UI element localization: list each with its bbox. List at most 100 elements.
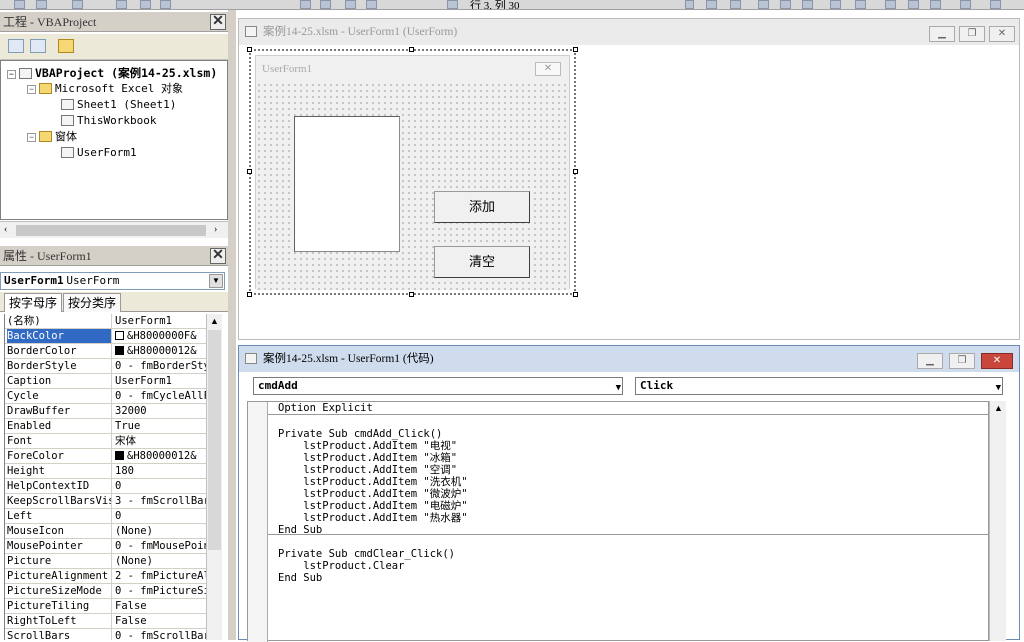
code-line[interactable]: lstProduct.AddItem "微波炉" <box>278 488 467 500</box>
code-line[interactable]: End Sub <box>278 572 322 584</box>
toolbar-dropdown-icon[interactable] <box>685 0 694 9</box>
close-icon[interactable]: ✕ <box>210 248 226 264</box>
property-row[interactable]: Height 180 <box>5 464 206 479</box>
code-line[interactable]: lstProduct.AddItem "冰箱" <box>278 452 457 464</box>
code-line[interactable]: lstProduct.AddItem "热水器" <box>278 512 467 524</box>
resize-handle[interactable] <box>573 47 578 52</box>
tree-node-forms[interactable]: − 窗体 <box>27 129 77 145</box>
code-editor[interactable]: Option Explicit Private Sub cmdAdd_Click(… <box>247 401 990 642</box>
code-line[interactable]: lstProduct.AddItem "电视" <box>278 440 457 452</box>
scroll-up-icon[interactable]: ▲ <box>994 403 1003 413</box>
userform-grid[interactable]: 添加 清空 <box>256 82 569 290</box>
code-margin[interactable] <box>248 402 268 642</box>
property-value[interactable]: 0 - fmScrollBarsNone <box>111 629 206 640</box>
tree-node-thisworkbook[interactable]: ThisWorkbook <box>61 113 156 129</box>
copy-icon[interactable] <box>140 0 151 9</box>
resize-handle[interactable] <box>247 47 252 52</box>
property-value[interactable]: 宋体 <box>111 434 206 448</box>
clear-button[interactable]: 清空 <box>434 246 530 278</box>
property-row[interactable]: PictureAlignment 2 - fmPictureAlignmentCe… <box>5 569 206 584</box>
code-line[interactable]: lstProduct.Clear <box>278 560 404 572</box>
property-value[interactable]: 0 <box>111 509 206 523</box>
property-value[interactable]: 2 - fmPictureAlignmentCenter <box>111 569 206 583</box>
property-value[interactable]: 3 - fmScrollBarsBoth <box>111 494 206 508</box>
property-row[interactable]: Caption UserForm1 <box>5 374 206 389</box>
toggle-breakpoint-icon[interactable] <box>758 0 769 9</box>
save-icon[interactable] <box>72 0 83 9</box>
property-row[interactable]: Font 宋体 <box>5 434 206 449</box>
object-browser-icon[interactable] <box>366 0 377 9</box>
help-icon[interactable] <box>447 0 458 9</box>
property-row[interactable]: DrawBuffer 32000 <box>5 404 206 419</box>
property-row[interactable]: ScrollBars 0 - fmScrollBarsNone <box>5 629 206 640</box>
property-row[interactable]: Enabled True <box>5 419 206 434</box>
view-object-icon[interactable] <box>30 39 46 53</box>
property-row[interactable]: MousePointer 0 - fmMousePointerDefault <box>5 539 206 554</box>
userform-canvas[interactable]: UserForm1 ✕ 添加 清空 <box>255 55 570 290</box>
procedure-combo[interactable]: Click ▼ <box>635 377 1003 395</box>
insert-userform-icon[interactable] <box>36 0 47 9</box>
property-value[interactable]: &H80000012& <box>111 449 206 463</box>
collapse-icon[interactable]: − <box>27 133 36 142</box>
tab-alphabetic[interactable]: 按字母序 <box>4 293 63 312</box>
properties-vscrollbar[interactable]: ▲ <box>206 314 222 640</box>
uncomment-block-icon[interactable] <box>802 0 813 9</box>
property-row[interactable]: Picture (None) <box>5 554 206 569</box>
align-left-icon[interactable] <box>830 0 841 9</box>
property-value[interactable]: 0 - fmBorderStyleNone <box>111 359 206 373</box>
scroll-right-icon[interactable]: › <box>214 224 217 235</box>
property-value[interactable]: UserForm1 <box>111 314 206 328</box>
property-value[interactable]: 0 <box>111 479 206 493</box>
tree-node-vbaproject[interactable]: − VBAProject (案例14-25.xlsm) <box>7 65 217 81</box>
scroll-thumb[interactable] <box>208 330 221 550</box>
comment-block-icon[interactable] <box>780 0 791 9</box>
property-row[interactable]: KeepScrollBarsVisible 3 - fmScrollBarsBot… <box>5 494 206 509</box>
resize-handle[interactable] <box>247 169 252 174</box>
close-icon[interactable]: ✕ <box>210 14 226 30</box>
restore-icon[interactable]: ❐ <box>959 26 985 42</box>
prev-bookmark-icon[interactable] <box>930 0 941 9</box>
add-button[interactable]: 添加 <box>434 191 530 223</box>
object-selector[interactable]: UserForm1 UserForm ▼ <box>0 272 225 290</box>
excel-icon[interactable] <box>14 0 25 9</box>
scroll-thumb[interactable] <box>16 225 206 236</box>
resize-handle[interactable] <box>573 169 578 174</box>
bookmark-icon[interactable] <box>885 0 896 9</box>
next-bookmark-icon[interactable] <box>908 0 919 9</box>
property-value[interactable]: False <box>111 599 206 613</box>
resize-handle[interactable] <box>409 292 414 297</box>
property-row[interactable]: BorderColor &H80000012& <box>5 344 206 359</box>
property-row[interactable]: BorderStyle 0 - fmBorderStyleNone <box>5 359 206 374</box>
scroll-left-icon[interactable]: ‹ <box>4 224 7 235</box>
run-icon[interactable] <box>960 0 971 9</box>
resize-handle[interactable] <box>573 292 578 297</box>
code-line[interactable]: lstProduct.AddItem "电磁炉" <box>278 500 467 512</box>
collapse-icon[interactable]: − <box>7 70 16 79</box>
property-value[interactable]: &H80000012& <box>111 344 206 358</box>
project-explorer-icon[interactable] <box>320 0 331 9</box>
tree-node-userform1[interactable]: UserForm1 <box>61 145 137 161</box>
property-value[interactable]: 0 - fmMousePointerDefault <box>111 539 206 553</box>
code-line[interactable]: End Sub <box>278 524 322 536</box>
property-value[interactable]: &H8000000F& <box>111 329 206 343</box>
property-row[interactable]: ForeColor &H80000012& <box>5 449 206 464</box>
collapse-icon[interactable]: − <box>27 85 36 94</box>
property-value[interactable]: 180 <box>111 464 206 478</box>
property-row[interactable]: Left 0 <box>5 509 206 524</box>
code-line[interactable]: Private Sub cmdAdd_Click() <box>278 428 442 440</box>
code-vscrollbar[interactable]: ▲ <box>989 401 1006 641</box>
tree-node-excel-objects[interactable]: − Microsoft Excel 对象 <box>27 81 183 97</box>
property-value[interactable]: True <box>111 419 206 433</box>
restore-icon[interactable]: ❐ <box>949 353 975 369</box>
property-value[interactable]: 32000 <box>111 404 206 418</box>
property-row[interactable]: RightToLeft False <box>5 614 206 629</box>
close-icon[interactable]: ✕ <box>989 26 1015 42</box>
code-line[interactable]: lstProduct.AddItem "洗衣机" <box>278 476 467 488</box>
property-value[interactable]: 0 - fmPictureSizeModeClip <box>111 584 206 598</box>
property-value[interactable]: 0 - fmCycleAllForms <box>111 389 206 403</box>
toolbar-more-icon[interactable] <box>990 0 1001 9</box>
view-code-icon[interactable] <box>8 39 24 53</box>
tab-categorized[interactable]: 按分类序 <box>63 293 122 312</box>
paste-icon[interactable] <box>160 0 171 9</box>
toggle-folders-icon[interactable] <box>58 39 74 53</box>
